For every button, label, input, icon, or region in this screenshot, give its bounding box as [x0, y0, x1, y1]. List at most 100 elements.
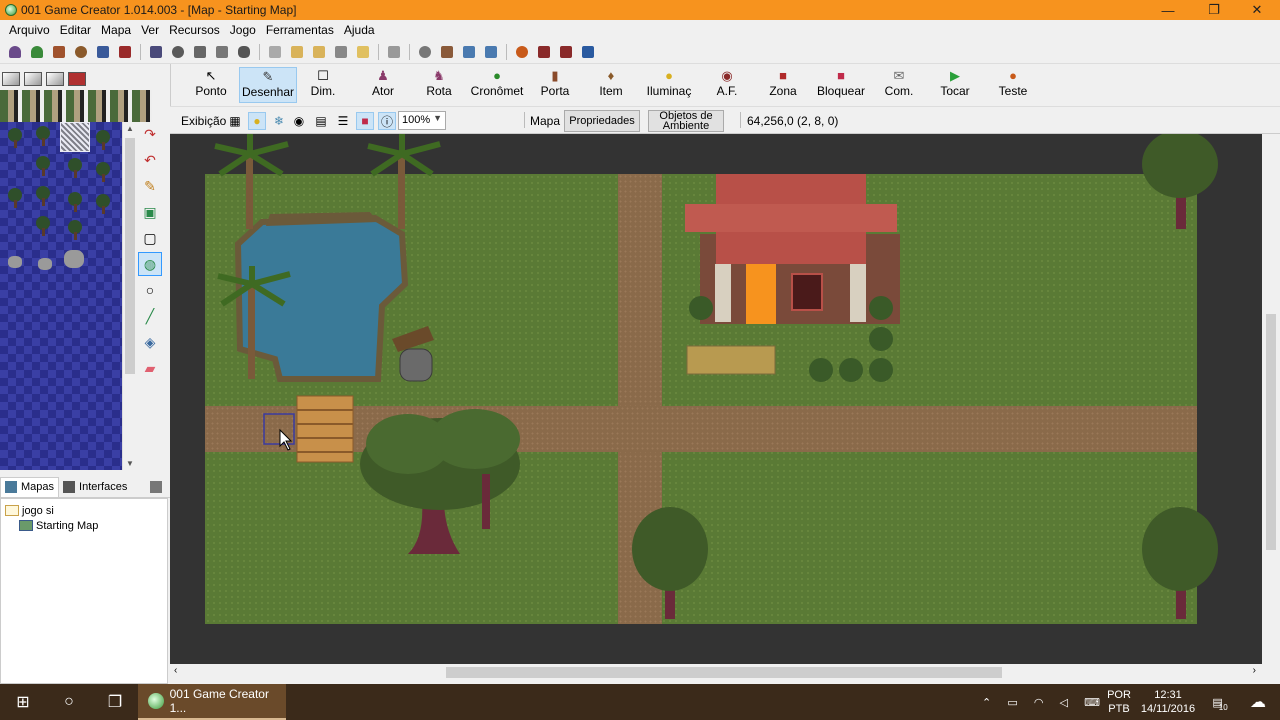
tools-icon[interactable]	[438, 43, 456, 61]
af-button[interactable]: ◉ A.F.	[705, 67, 749, 103]
tileset-palette[interactable]	[0, 122, 122, 470]
tile-tree[interactable]	[94, 194, 112, 216]
pane-menu-button[interactable]	[146, 477, 170, 497]
bag-icon[interactable]	[72, 43, 90, 61]
menu-jogo[interactable]: Jogo	[225, 23, 261, 37]
zoom-select[interactable]: 100% ▼	[398, 111, 446, 130]
menu-arquivo[interactable]: Arquivo	[4, 23, 55, 37]
iluminacao-button[interactable]: ● Iluminaç	[641, 67, 697, 103]
settings-icon[interactable]	[416, 43, 434, 61]
tocar-button[interactable]: ▶ Tocar	[933, 67, 977, 103]
ator-button[interactable]: ♟ Ator	[361, 67, 405, 103]
tab-mapas[interactable]: Mapas	[0, 476, 60, 497]
fill-circle-icon[interactable]: ◍	[138, 252, 162, 276]
character-icon[interactable]	[147, 43, 165, 61]
tile-tree[interactable]	[6, 188, 24, 210]
cronometro-button[interactable]: ● Cronômet	[469, 67, 525, 103]
save-icon[interactable]	[579, 43, 597, 61]
windows-start-icon[interactable]: ⊞	[0, 684, 46, 720]
taskbar-app-game-creator[interactable]: 001 Game Creator 1...	[138, 684, 286, 720]
objetos-ambiente-button[interactable]: Objetos de Ambiente	[648, 110, 724, 132]
wifi-icon[interactable]: ◠	[1034, 696, 1044, 709]
tile-selection[interactable]	[60, 122, 90, 152]
actor-icon[interactable]	[6, 43, 24, 61]
battery-icon[interactable]: ▭	[1007, 696, 1017, 709]
menu-mapa[interactable]: Mapa	[96, 23, 136, 37]
tile-tree[interactable]	[34, 156, 52, 178]
redo-icon[interactable]: ↷	[138, 122, 162, 146]
chevron-up-icon[interactable]: ⌃	[982, 696, 991, 709]
tile-rock[interactable]	[8, 256, 22, 268]
film-icon[interactable]: ▦	[226, 112, 244, 130]
menu-ajuda[interactable]: Ajuda	[339, 23, 380, 37]
map-canvas[interactable]	[170, 134, 1262, 664]
tile-tree[interactable]	[66, 220, 84, 242]
undo-icon[interactable]: ↶	[138, 148, 162, 172]
rota-button[interactable]: ♞ Rota	[417, 67, 461, 103]
info-icon[interactable]: ⓘ	[378, 112, 396, 130]
bloquear-button[interactable]: ■ Bloquear	[815, 67, 867, 103]
ball-icon[interactable]	[513, 43, 531, 61]
tree-item-starting-map[interactable]: Starting Map	[1, 518, 167, 533]
eraser-icon[interactable]: ▰	[138, 356, 162, 380]
keyboard-icon[interactable]: ⌨	[1084, 696, 1100, 709]
tileset-scrollbar[interactable]: ▲ ▼	[122, 122, 136, 470]
desenhar-button[interactable]: ✎ Desenhar	[239, 67, 297, 103]
layers-icon[interactable]: ☰	[334, 112, 352, 130]
cortana-icon[interactable]: ○	[46, 684, 92, 720]
menu-ver[interactable]: Ver	[136, 23, 164, 37]
maximize-button[interactable]: ❐	[1191, 0, 1237, 20]
minimize-button[interactable]: —	[1145, 0, 1191, 20]
tileset-strip[interactable]	[0, 90, 152, 122]
scroll-up-icon[interactable]: ▲	[123, 124, 137, 133]
tile-tree[interactable]	[34, 186, 52, 208]
circle-icon[interactable]: ○	[138, 278, 162, 302]
block-icon[interactable]: ■	[356, 112, 374, 130]
gamepad-icon[interactable]	[235, 43, 253, 61]
pencil-icon[interactable]: ✎	[138, 174, 162, 198]
scroll-left-icon[interactable]: ‹	[174, 665, 177, 676]
zona-button[interactable]: ■ Zona	[761, 67, 805, 103]
scroll-thumb[interactable]	[125, 138, 135, 374]
scroll-thumb[interactable]	[446, 667, 1002, 678]
grid-icon[interactable]: ▤	[312, 112, 330, 130]
fill-rect-icon[interactable]: ▣	[138, 200, 162, 224]
tile-tree[interactable]	[94, 130, 112, 152]
map-horizontal-scrollbar[interactable]: ‹ ›	[170, 664, 1262, 681]
notification-center[interactable]: ▤ 10	[1208, 684, 1232, 720]
clock[interactable]: 12:31 14/11/2016	[1138, 684, 1198, 720]
task-view-icon[interactable]: ❐	[92, 684, 138, 720]
font-icon[interactable]	[116, 43, 134, 61]
scroll-icon[interactable]	[288, 43, 306, 61]
puzzle-icon[interactable]	[213, 43, 231, 61]
tile-tree[interactable]	[6, 128, 24, 150]
party-icon[interactable]	[28, 43, 46, 61]
sound-icon[interactable]: ◉	[290, 112, 308, 130]
tile-tree[interactable]	[34, 216, 52, 238]
menu-editar[interactable]: Editar	[55, 23, 96, 37]
line-icon[interactable]: ╱	[138, 304, 162, 328]
dim-button[interactable]: ☐ Dim.	[301, 67, 345, 103]
scroll-right-icon[interactable]: ›	[1253, 665, 1256, 676]
tileset-tab[interactable]	[2, 72, 20, 86]
propriedades-button[interactable]: Propriedades	[564, 110, 640, 132]
tile-rock[interactable]	[64, 250, 84, 268]
porta-button[interactable]: ▮ Porta	[533, 67, 577, 103]
music-icon[interactable]	[94, 43, 112, 61]
ponto-button[interactable]: ↖ Ponto	[189, 67, 233, 103]
person-icon[interactable]	[169, 43, 187, 61]
tileset-tab[interactable]	[46, 72, 64, 86]
export-icon[interactable]	[557, 43, 575, 61]
tile-tree[interactable]	[66, 192, 84, 214]
weather-icon[interactable]: ☁	[1240, 684, 1276, 720]
tile-tree[interactable]	[94, 162, 112, 184]
tab-interfaces[interactable]: Interfaces	[59, 477, 131, 497]
map-vertical-scrollbar[interactable]	[1262, 134, 1280, 681]
list-icon[interactable]	[385, 43, 403, 61]
panel-icon[interactable]	[482, 43, 500, 61]
note-icon[interactable]	[354, 43, 372, 61]
scroll-down-icon[interactable]: ▼	[123, 459, 137, 468]
tile-rock[interactable]	[38, 258, 52, 270]
weather-icon[interactable]: ❄	[270, 112, 288, 130]
tile-tree[interactable]	[66, 158, 84, 180]
